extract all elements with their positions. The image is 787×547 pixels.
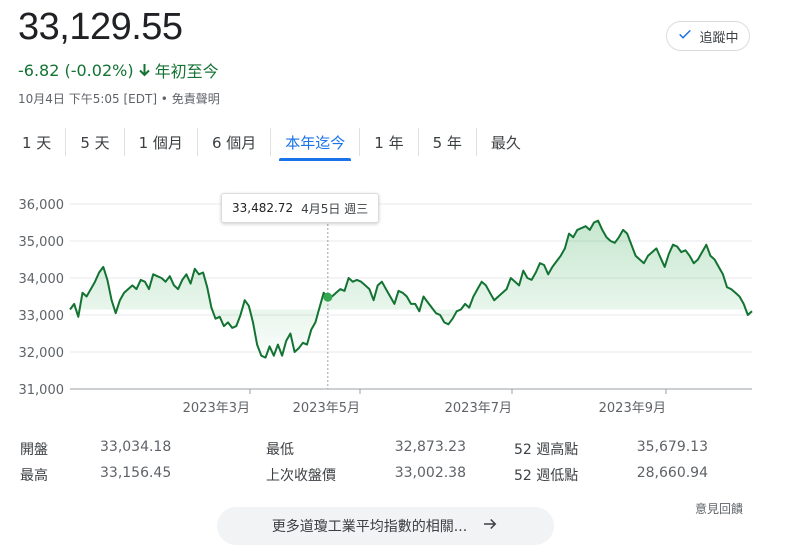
check-icon xyxy=(677,26,693,46)
tab-range-2[interactable]: 1 個月 xyxy=(125,128,198,156)
x-tick-label: 2023年5月 xyxy=(293,401,360,416)
follow-label: 追蹤中 xyxy=(699,30,739,46)
more-info-label: 更多道瓊工業平均指數的相關... xyxy=(271,519,468,535)
stats-row: 開盤 33,034.18 最低 32,873.23 52 週高點 35,679.13 xyxy=(20,436,760,462)
tab-range-1[interactable]: 5 天 xyxy=(66,128,125,156)
tooltip-value: 33,482.72 xyxy=(232,201,294,215)
more-info-button[interactable]: 更多道瓊工業平均指數的相關... xyxy=(217,507,554,545)
range-tabs: 1 天5 天1 個月 6 個月 本年迄今 1 年5 年最久 xyxy=(8,126,535,161)
stat-value-52w-low: 28,660.94 xyxy=(636,465,708,481)
timestamp-disclaimer: 10月4日 下午5:05 [EDT] • 免責聲明 xyxy=(18,92,220,106)
stat-value-52w-high: 35,679.13 xyxy=(636,439,708,455)
change-text: -6.82 (-0.02%) xyxy=(18,60,134,80)
tab-range-3[interactable]: 6 個月 xyxy=(198,128,272,156)
y-tick-label: 34,000 xyxy=(19,272,65,287)
stat-value-low: 32,873.23 xyxy=(394,439,466,455)
price-change: -6.82 (-0.02%) 年初至今 xyxy=(18,58,219,82)
y-tick-label: 35,000 xyxy=(19,235,65,250)
follow-button[interactable]: 追蹤中 xyxy=(666,21,750,51)
stat-value-high: 33,156.45 xyxy=(100,465,172,481)
y-tick-label: 31,000 xyxy=(19,383,65,398)
price-chart[interactable]: 31,000 32,000 33,000 34,000 35,000 36,000 2023… xyxy=(0,188,787,418)
tab-range-5[interactable]: 1 年 xyxy=(360,128,419,156)
feedback-link[interactable]: 意見回饋 xyxy=(695,500,743,517)
change-period: 年初至今 xyxy=(154,62,219,81)
price-value: 33,129.55 xyxy=(18,6,183,48)
tab-range-7[interactable]: 最久 xyxy=(477,128,535,156)
arrow-right-icon xyxy=(481,515,499,537)
tab-range-4[interactable]: 本年迄今 xyxy=(271,128,361,161)
stat-label-open: 開盤 xyxy=(20,442,48,458)
stats-row: 最高 33,156.45 上次收盤價 33,002.38 52 週低點 28,660.… xyxy=(20,462,760,488)
stat-value-prev-close: 33,002.38 xyxy=(394,465,466,481)
stat-label-52w-high: 52 週高點 xyxy=(514,442,579,458)
stat-value-open: 33,034.18 xyxy=(100,439,172,455)
x-tick-label: 2023年9月 xyxy=(599,401,666,416)
y-tick-label: 36,000 xyxy=(19,198,65,213)
tooltip-date: 4月5日 週三 xyxy=(301,201,369,216)
stat-label-high: 最高 xyxy=(20,468,48,484)
x-tick-label: 2023年7月 xyxy=(445,401,512,416)
x-tick-label: 2023年3月 xyxy=(183,401,250,416)
stat-label-prev-close: 上次收盤價 xyxy=(266,468,336,484)
stats-table: 開盤 33,034.18 最低 32,873.23 52 週高點 35,679.13 … xyxy=(20,436,760,488)
tab-range-6[interactable]: 5 年 xyxy=(419,128,477,156)
chart-tooltip: 33,482.72 4月5日 週三 xyxy=(221,193,380,223)
y-tick-label: 33,000 xyxy=(19,309,65,324)
stat-label-low: 最低 xyxy=(266,442,294,458)
hover-dot xyxy=(323,292,333,302)
tab-range-0[interactable]: 1 天 xyxy=(8,128,67,156)
arrow-down-icon xyxy=(138,63,151,77)
y-tick-label: 32,000 xyxy=(19,346,65,361)
stat-label-52w-low: 52 週低點 xyxy=(514,468,579,484)
